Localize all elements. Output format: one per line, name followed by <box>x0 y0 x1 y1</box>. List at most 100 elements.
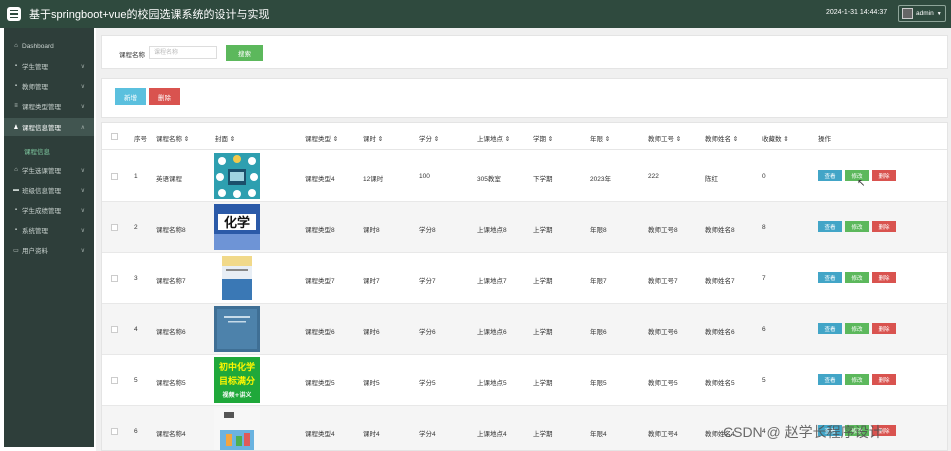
sidebar-subitem-course-info[interactable]: 课程信息 <box>4 143 94 159</box>
cell-name: 课程名称4 <box>156 431 186 438</box>
cell-credit: 100 <box>419 173 430 180</box>
sidebar: ⌂ Dashboard ▪ 学生管理 ∨ ▪ 教师管理 ∨ ≡ 课程类型管理 ∨… <box>4 28 94 447</box>
edit-button[interactable]: 修改 <box>845 272 869 283</box>
cell-term: 上学期 <box>533 431 553 438</box>
row-checkbox[interactable] <box>111 224 118 231</box>
row-checkbox[interactable] <box>111 275 118 282</box>
search-button[interactable]: 搜索 <box>226 45 263 61</box>
top-bar: 基于springboot+vue的校园选课系统的设计与实现 2024-1-31 … <box>0 0 951 28</box>
delete-button[interactable]: 删除 <box>872 323 896 334</box>
cell-no: 2 <box>134 224 138 231</box>
caret-down-icon: ▼ <box>936 10 942 17</box>
sidebar-item-teachers[interactable]: ▪ 教师管理 ∨ <box>4 77 94 95</box>
home-icon: ⌂ <box>14 167 18 173</box>
grid-icon: ▪ <box>14 83 18 89</box>
delete-button[interactable]: 删除 <box>872 374 896 385</box>
chevron-down-icon: ∨ <box>80 227 85 234</box>
add-button[interactable]: 新增 <box>115 88 146 105</box>
cell-place: 上课地点5 <box>477 380 507 387</box>
sidebar-subitem-label: 课程信息 <box>24 149 50 156</box>
cell-name: 课程名称6 <box>156 329 186 336</box>
th-no: 序号 <box>134 136 147 143</box>
cell-type: 课程类型5 <box>305 380 335 387</box>
cell-teacher-id: 教师工号5 <box>648 380 678 387</box>
table-row: 2 课程名称8 化学 课程类型8 课时8 学分8 上课地点8 上学期 年限8 教… <box>102 202 947 253</box>
cell-teacher-id: 教师工号4 <box>648 431 678 438</box>
cell-teacher-name: 教师姓名7 <box>705 278 735 285</box>
cell-credit: 学分8 <box>419 227 436 234</box>
batch-delete-button[interactable]: 删除 <box>149 88 180 105</box>
sidebar-item-label: 用户资料 <box>22 248 48 255</box>
select-all-checkbox[interactable] <box>111 133 118 140</box>
cell-teacher-name: 陈红 <box>705 176 718 183</box>
view-button[interactable]: 查看 <box>818 374 842 385</box>
row-checkbox[interactable] <box>111 377 118 384</box>
cell-place: 305教室 <box>477 176 501 183</box>
search-input[interactable] <box>149 46 217 59</box>
home-icon: ⌂ <box>14 43 18 49</box>
delete-button[interactable]: 删除 <box>872 170 896 181</box>
th-favorites[interactable]: 收藏数 ⇕ <box>762 133 789 143</box>
cell-favorites: 0 <box>762 173 766 180</box>
action-panel: 新增 删除 <box>101 78 948 118</box>
view-button[interactable]: 查看 <box>818 221 842 232</box>
sidebar-item-system[interactable]: ▪ 系统管理 ∨ <box>4 221 94 239</box>
th-teacher-name[interactable]: 教师姓名 ⇕ <box>705 133 738 143</box>
th-type[interactable]: 课程类型 ⇕ <box>305 133 338 143</box>
row-checkbox[interactable] <box>111 326 118 333</box>
edit-button[interactable]: 修改 <box>845 221 869 232</box>
cell-credit: 学分7 <box>419 278 436 285</box>
view-button[interactable]: 查看 <box>818 170 842 181</box>
th-teacher-id[interactable]: 教师工号 ⇕ <box>648 133 681 143</box>
cell-name: 英语课程 <box>156 176 182 183</box>
sidebar-item-course-selection[interactable]: ⌂ 学生选课管理 ∨ <box>4 161 94 179</box>
view-button[interactable]: 查看 <box>818 272 842 283</box>
row-checkbox[interactable] <box>111 428 118 435</box>
sidebar-item-classes[interactable]: ▬ 班级信息管理 ∨ <box>4 181 94 199</box>
mouse-cursor-icon: ↖ <box>857 178 866 189</box>
edit-button[interactable]: 修改 <box>845 374 869 385</box>
cell-year: 年限6 <box>590 329 607 336</box>
cell-favorites: 8 <box>762 224 766 231</box>
clock: 2024-1-31 14:44:37 <box>826 9 888 16</box>
avatar <box>902 8 913 19</box>
watermark: CSDN @ 赵学长程序设计 <box>723 424 883 440</box>
sidebar-item-course-info[interactable]: ♟ 课程信息管理 ∧ <box>4 118 94 136</box>
chevron-down-icon: ∨ <box>80 187 85 194</box>
cell-favorites: 6 <box>762 326 766 333</box>
cell-teacher-id: 222 <box>648 173 659 180</box>
course-cover-image <box>214 153 260 199</box>
menu-toggle-icon[interactable] <box>7 7 21 21</box>
view-button[interactable]: 查看 <box>818 323 842 334</box>
th-term[interactable]: 学期 ⇕ <box>533 133 553 143</box>
cell-year: 年限7 <box>590 278 607 285</box>
th-credit[interactable]: 学分 ⇕ <box>419 133 439 143</box>
cell-hours: 课时8 <box>363 227 380 234</box>
search-panel: 课程名称 搜索 <box>101 35 948 69</box>
table-row: 5 课程名称5 初中化学 目标满分 视频+讲义 课程类型5 课时5 学分5 上课… <box>102 355 947 406</box>
sidebar-item-students[interactable]: ▪ 学生管理 ∨ <box>4 57 94 75</box>
cell-credit: 学分4 <box>419 431 436 438</box>
user-name: admin <box>916 10 934 17</box>
cover-line-3: 视频+讲义 <box>222 391 252 399</box>
sidebar-item-course-types[interactable]: ≡ 课程类型管理 ∨ <box>4 97 94 115</box>
table-row: 4 课程名称6 课程类型6 课时6 学分6 上课地点6 上学期 年限6 教师工号… <box>102 304 947 355</box>
row-checkbox[interactable] <box>111 173 118 180</box>
th-cover[interactable]: 封面 ⇕ <box>215 133 235 143</box>
delete-button[interactable]: 删除 <box>872 272 896 283</box>
sidebar-item-grades[interactable]: ▪ 学生成绩管理 ∨ <box>4 201 94 219</box>
app-title: 基于springboot+vue的校园选课系统的设计与实现 <box>29 9 270 21</box>
user-menu[interactable]: admin ▼ <box>898 5 946 22</box>
delete-button[interactable]: 删除 <box>872 221 896 232</box>
th-name[interactable]: 课程名称 ⇕ <box>156 133 189 143</box>
th-hours[interactable]: 课时 ⇕ <box>363 133 383 143</box>
th-place[interactable]: 上课地点 ⇕ <box>477 133 510 143</box>
th-year[interactable]: 年限 ⇕ <box>590 133 610 143</box>
row-actions: 查看 修改 删除 <box>818 221 896 232</box>
edit-button[interactable]: 修改 <box>845 323 869 334</box>
row-actions: 查看 修改 删除 <box>818 272 896 283</box>
cell-hours: 课时4 <box>363 431 380 438</box>
sidebar-item-profile[interactable]: ▭ 用户资料 ∨ <box>4 241 94 259</box>
sidebar-item-dashboard[interactable]: ⌂ Dashboard <box>4 37 94 55</box>
chevron-down-icon: ∨ <box>80 103 85 110</box>
